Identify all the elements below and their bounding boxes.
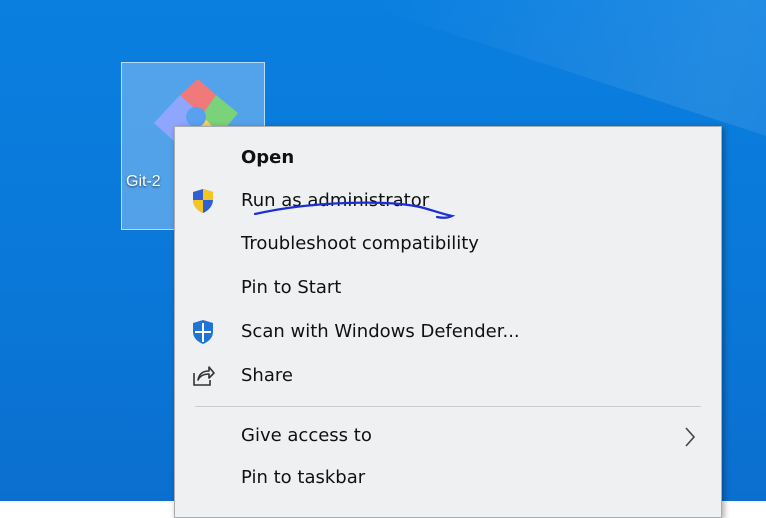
menu-item-label: Troubleshoot compatibility bbox=[241, 233, 479, 254]
share-icon bbox=[193, 366, 215, 386]
menu-item-give-access-to[interactable]: Give access to bbox=[175, 416, 721, 456]
windows-defender-icon bbox=[193, 320, 213, 344]
menu-item-label: Share bbox=[241, 365, 293, 386]
menu-item-label: Pin to Start bbox=[241, 277, 342, 298]
menu-item-label: Open bbox=[241, 147, 295, 168]
menu-item-open[interactable]: Open bbox=[175, 138, 721, 178]
menu-item-share[interactable]: Share bbox=[175, 356, 721, 396]
menu-separator bbox=[195, 406, 701, 407]
desktop-icon-label: Git-2 bbox=[126, 173, 161, 190]
menu-item-troubleshoot-compatibility[interactable]: Troubleshoot compatibility bbox=[175, 224, 721, 264]
menu-item-scan-with-windows-defender[interactable]: Scan with Windows Defender... bbox=[175, 312, 721, 352]
menu-item-label: Give access to bbox=[241, 425, 372, 446]
menu-item-label: Scan with Windows Defender... bbox=[241, 321, 520, 342]
menu-item-pin-to-taskbar[interactable]: Pin to taskbar bbox=[175, 458, 721, 498]
uac-shield-icon bbox=[193, 189, 213, 213]
menu-item-label: Run as administrator bbox=[241, 190, 430, 211]
context-menu: Open Run as administrator Troubleshoot c… bbox=[174, 126, 722, 518]
menu-item-run-as-administrator[interactable]: Run as administrator bbox=[175, 181, 721, 221]
menu-item-pin-to-start[interactable]: Pin to Start bbox=[175, 268, 721, 308]
chevron-right-icon bbox=[685, 427, 696, 447]
menu-item-label: Pin to taskbar bbox=[241, 467, 366, 488]
